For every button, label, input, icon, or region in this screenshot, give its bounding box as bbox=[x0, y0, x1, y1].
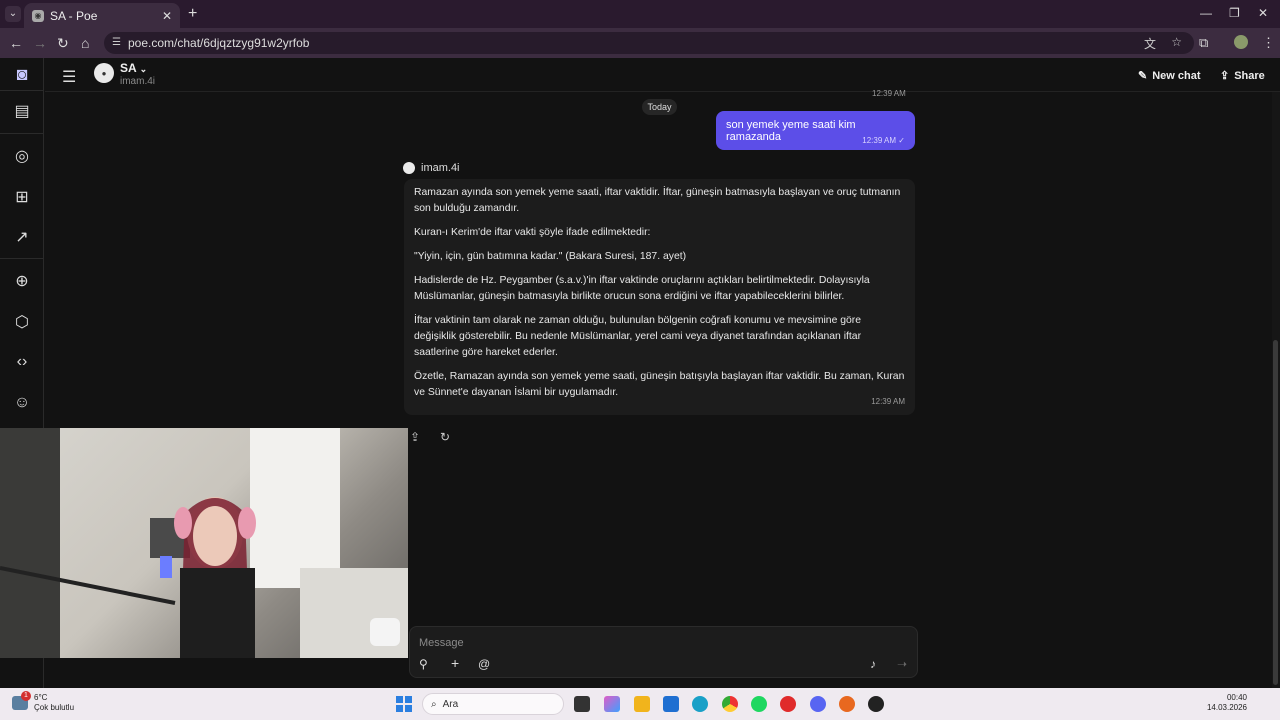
bot-paragraph: Ramazan ayında son yemek yeme saati, ift… bbox=[414, 187, 901, 214]
edit-icon: ✎ bbox=[1138, 70, 1148, 82]
close-tab-icon[interactable]: ✕ bbox=[162, 9, 172, 23]
share-button[interactable]: ⇪ Share bbox=[1220, 69, 1265, 83]
user-message-bubble: son yemek yeme saati kim ramazanda 12:39… bbox=[716, 111, 915, 150]
share-message-icon[interactable]: ⇪ bbox=[410, 430, 426, 446]
explore-compass-icon[interactable]: ◎ bbox=[11, 145, 33, 167]
reload-icon[interactable]: ↻ bbox=[57, 35, 69, 52]
weather-badge: 1 bbox=[21, 691, 31, 701]
share-icon: ⇪ bbox=[1220, 70, 1230, 82]
user-message-text: son yemek yeme saati kim ramazanda bbox=[726, 119, 856, 143]
taskbar-clock[interactable]: 00:40 14.03.2026 bbox=[1207, 693, 1247, 713]
forward-icon[interactable]: → bbox=[33, 35, 47, 51]
user-message-time: 12:39 AM bbox=[862, 136, 897, 145]
tab-search-dropdown-icon[interactable]: ⌄ bbox=[5, 6, 21, 22]
browser-toolbar: ← → ↻ ⌂ ☰ poe.com/chat/6djqztzyg91w2yrfo… bbox=[0, 28, 1280, 58]
message-composer[interactable]: Message ⚲ + @ ♪ ➝ bbox=[409, 626, 918, 678]
bot-label: imam.4i bbox=[421, 162, 460, 174]
home-icon[interactable]: ⌂ bbox=[81, 35, 89, 51]
app-orange-icon[interactable] bbox=[839, 696, 855, 712]
weather-desc: Çok bulutlu bbox=[34, 703, 75, 712]
previous-message-time: 12:39 AM bbox=[872, 89, 906, 98]
address-bar[interactable]: ☰ poe.com/chat/6djqztzyg91w2yrfob 文 ☆ bbox=[104, 32, 1194, 54]
translate-icon[interactable]: 文 bbox=[1144, 35, 1156, 52]
edge-icon[interactable] bbox=[692, 696, 708, 712]
api-icon[interactable]: ⬡ bbox=[11, 311, 33, 333]
bot-handle: imam.4i bbox=[120, 76, 156, 87]
taskbar-search[interactable]: ⌕ Ara bbox=[422, 693, 564, 715]
store-icon[interactable] bbox=[663, 696, 679, 712]
profile-icon[interactable]: ☺ bbox=[11, 392, 33, 414]
day-divider: Today bbox=[642, 99, 677, 115]
discord-icon[interactable] bbox=[810, 696, 826, 712]
message-input[interactable]: Message bbox=[419, 637, 464, 649]
url-text: poe.com/chat/6djqztzyg91w2yrfob bbox=[128, 36, 310, 50]
clock-date: 14.03.2026 bbox=[1206, 703, 1247, 712]
bot-mini-avatar bbox=[403, 162, 415, 174]
chevron-down-icon[interactable]: ⌄ bbox=[140, 64, 148, 74]
restore-icon[interactable]: ❐ bbox=[1229, 6, 1240, 20]
poe-logo-icon[interactable]: ◙ bbox=[11, 63, 33, 85]
browser-tab-bar: ⌄ ◉ SA - Poe ✕ + — ❐ ✕ bbox=[0, 0, 1280, 28]
attach-bot-icon[interactable]: ⚲ bbox=[419, 657, 428, 671]
bot-paragraph: Kuran-ı Kerim'de iftar vakti şöyle ifade… bbox=[414, 227, 651, 238]
bot-paragraph: Özetle, Ramazan ayında son yemek yeme sa… bbox=[414, 371, 905, 398]
bot-paragraph: "Yiyin, için, gün batımına kadar." (Baka… bbox=[414, 251, 687, 262]
menu-hamburger-icon[interactable]: ☰ bbox=[62, 67, 76, 87]
read-check-icon: ✓ bbox=[898, 136, 905, 145]
bot-paragraph: Hadislerde de Hz. Peygamber (s.a.v.)'in … bbox=[414, 275, 870, 302]
tab-title: SA - Poe bbox=[50, 8, 98, 23]
scrollbar-thumb[interactable] bbox=[1273, 340, 1278, 685]
chrome-icon[interactable] bbox=[722, 696, 738, 712]
new-chat-button[interactable]: ✎ New chat bbox=[1138, 69, 1201, 83]
add-icon[interactable]: + bbox=[451, 655, 459, 671]
app-red-icon[interactable] bbox=[780, 696, 796, 712]
app-dark-icon[interactable] bbox=[868, 696, 884, 712]
weather-temp: 6°C bbox=[34, 693, 48, 702]
back-icon[interactable]: ← bbox=[9, 35, 23, 51]
minimize-icon[interactable]: — bbox=[1200, 6, 1212, 20]
profile-avatar[interactable] bbox=[1234, 35, 1248, 49]
bot-message-header[interactable]: imam.4i bbox=[403, 162, 460, 174]
create-bot-icon[interactable]: ⊕ bbox=[11, 270, 33, 292]
bookmark-star-icon[interactable]: ☆ bbox=[1171, 35, 1182, 49]
mention-icon[interactable]: @ bbox=[478, 657, 490, 671]
task-view-icon[interactable] bbox=[574, 696, 590, 712]
apps-grid-icon[interactable]: ⊞ bbox=[11, 186, 33, 208]
clock-time: 00:40 bbox=[1226, 693, 1247, 702]
bot-avatar[interactable]: ● bbox=[94, 63, 114, 83]
poe-favicon-icon: ◉ bbox=[32, 9, 44, 22]
trending-icon[interactable]: ↗ bbox=[11, 226, 33, 248]
windows-start-icon[interactable] bbox=[396, 696, 412, 712]
code-icon[interactable]: ‹› bbox=[11, 351, 33, 373]
spotify-icon[interactable] bbox=[751, 696, 767, 712]
file-explorer-icon[interactable] bbox=[634, 696, 650, 712]
chats-icon[interactable]: ▤ bbox=[11, 100, 33, 122]
bot-paragraph: İftar vaktinin tam olarak ne zaman olduğ… bbox=[414, 315, 862, 358]
browser-tab[interactable]: ◉ SA - Poe ✕ bbox=[24, 3, 180, 28]
webcam-scene-image bbox=[0, 428, 408, 658]
search-icon: ⌕ bbox=[431, 698, 437, 710]
send-icon[interactable]: ➝ bbox=[897, 657, 907, 671]
bot-message-bubble: Ramazan ayında son yemek yeme saati, ift… bbox=[404, 179, 915, 415]
bot-name[interactable]: SA ⌄ bbox=[120, 61, 147, 75]
regenerate-icon[interactable]: ↻ bbox=[440, 430, 456, 446]
close-window-icon[interactable]: ✕ bbox=[1258, 6, 1268, 20]
weather-widget[interactable]: 6°C Çok bulutlu bbox=[34, 693, 74, 713]
search-label: Ara bbox=[442, 698, 459, 710]
copilot-icon[interactable] bbox=[604, 696, 620, 712]
new-tab-icon[interactable]: + bbox=[188, 5, 197, 23]
microphone-icon[interactable]: ♪ bbox=[870, 657, 876, 671]
site-info-icon[interactable]: ☰ bbox=[112, 37, 121, 48]
webcam-overlay bbox=[0, 428, 408, 658]
chat-header: ☰ ● SA ⌄ imam.4i ✎ New chat ⇪ Share bbox=[45, 58, 1280, 92]
extensions-icon[interactable]: ⧉ bbox=[1199, 35, 1208, 51]
browser-menu-icon[interactable]: ⋮ bbox=[1262, 35, 1275, 51]
bot-message-time: 12:39 AM bbox=[871, 397, 905, 406]
